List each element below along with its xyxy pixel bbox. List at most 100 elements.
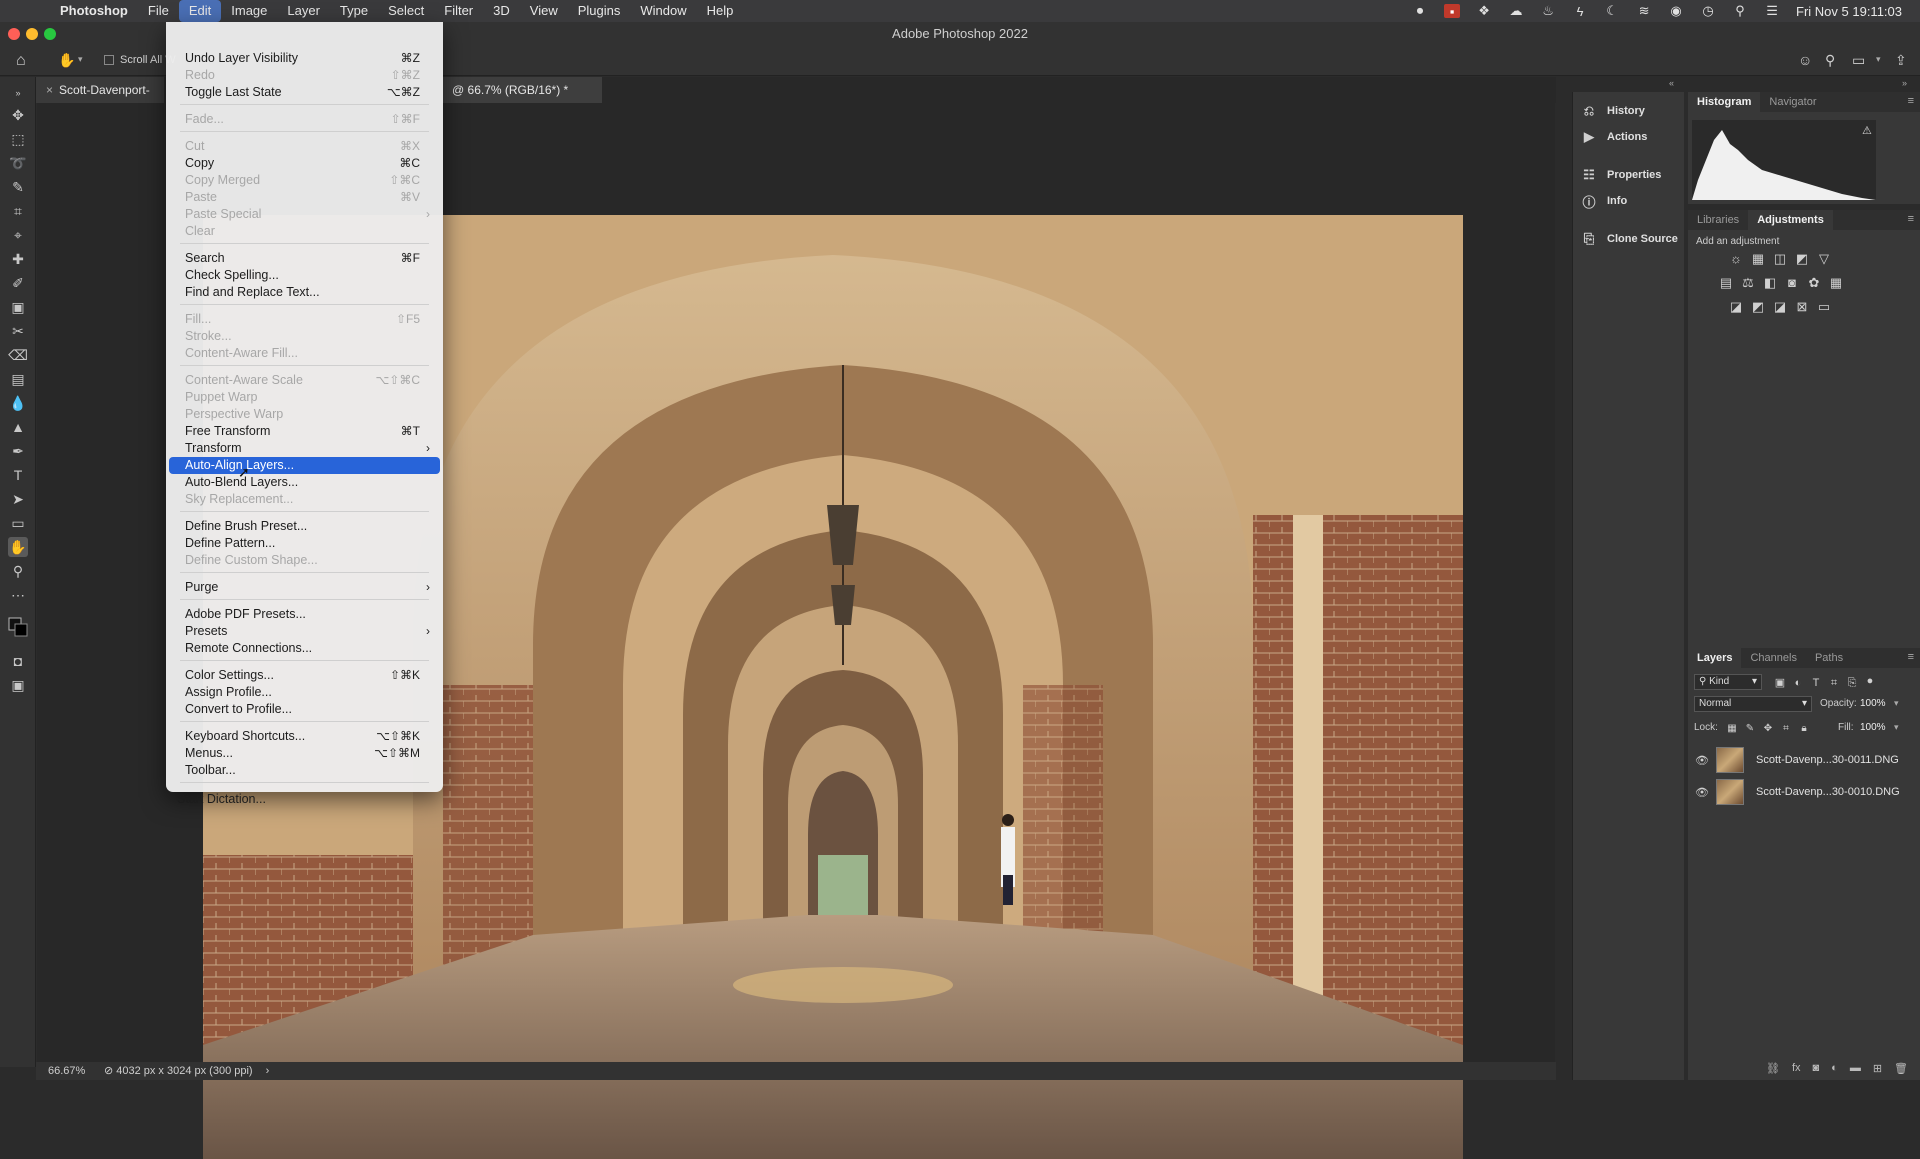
menu-item-perspective-warp[interactable]: Perspective Warp [169,406,440,423]
menu-edit[interactable]: Edit [179,0,221,22]
layer-filter-kind-select[interactable]: ⚲ Kind ▾ [1694,674,1762,690]
menu-item-color-settings[interactable]: Color Settings...⇧⌘K [169,667,440,684]
brightness-contrast-icon[interactable]: ☼ [1728,252,1744,266]
document-tab-1[interactable]: ×Scott-Davenport- [36,77,164,103]
add-mask-icon[interactable]: ◙ [1813,1062,1820,1074]
visibility-eye-icon[interactable]: 👁︎ [1688,754,1716,767]
curves-icon[interactable]: ◫ [1772,252,1788,266]
lock-transparent-icon[interactable]: ▦ [1724,722,1740,736]
blur-tool-icon[interactable]: 💧 [8,393,28,413]
menu-item-undo-layer-visibility[interactable]: Undo Layer Visibility⌘Z [169,50,440,67]
more-tools-icon[interactable]: ⋯ [8,585,28,605]
exposure-icon[interactable]: ◩ [1794,252,1810,266]
menu-item-paste-special[interactable]: Paste Special› [169,206,440,223]
menu-item-auto-align-layers[interactable]: Auto-Align Layers... [169,457,440,474]
menu-view[interactable]: View [520,0,568,22]
menu-item-convert-to-profile[interactable]: Convert to Profile... [169,701,440,718]
tab-navigator[interactable]: Navigator [1760,92,1825,112]
photo-filter-icon[interactable]: ◙ [1784,276,1800,290]
lasso-tool-icon[interactable]: ➰ [8,153,28,173]
menu-item-puppet-warp[interactable]: Puppet Warp [169,389,440,406]
menu-3d[interactable]: 3D [483,0,520,22]
hand-tool-icon[interactable]: ✋ [8,537,28,557]
filter-toggle-icon[interactable]: ● [1862,674,1878,688]
workspace-icon[interactable]: ▭ [1852,52,1865,69]
menu-item-find-and-replace-text[interactable]: Find and Replace Text... [169,284,440,301]
crop-tool-icon[interactable]: ⌗ [8,201,28,221]
wifi-off-icon[interactable]: ≋ [1636,4,1652,18]
menu-item-purge[interactable]: Purge› [169,579,440,596]
tab-paths[interactable]: Paths [1806,648,1852,668]
tab-histogram[interactable]: Histogram [1688,92,1760,112]
menu-item-auto-blend-layers[interactable]: Auto-Blend Layers... [169,474,440,491]
gradient-tool-icon[interactable]: ▤ [8,369,28,389]
menu-select[interactable]: Select [378,0,434,22]
menu-file[interactable]: File [138,0,179,22]
dock-clone-source[interactable]: ⎘Clone Source [1581,228,1678,250]
filter-shape-icon[interactable]: ⌗ [1826,676,1842,690]
menu-item-copy[interactable]: Copy⌘C [169,155,440,172]
link-layers-icon[interactable]: ⛓ [1766,1062,1780,1075]
menu-item-toolbar[interactable]: Toolbar... [169,762,440,779]
dock-actions[interactable]: ▶Actions [1581,126,1647,148]
tab-adjustments[interactable]: Adjustments [1748,210,1833,230]
layer-row[interactable]: 👁︎ Scott-Davenp...30-0010.DNG [1688,776,1920,808]
eyedropper-tool-icon[interactable]: ⌖ [8,225,28,245]
tab-libraries[interactable]: Libraries [1688,210,1748,230]
histogram-warning-icon[interactable]: ⚠ [1862,124,1872,137]
spotlight-search-icon[interactable]: ⚲ [1732,4,1748,18]
hand-tool-preset-icon[interactable]: ✋ [58,52,75,69]
menu-item-transform[interactable]: Transform› [169,440,440,457]
menu-app-photoshop[interactable]: Photoshop [50,0,138,22]
menu-item-start-dictation[interactable]: Start Dictation... [169,791,440,808]
menu-item-presets[interactable]: Presets› [169,623,440,640]
menu-item-remote-connections[interactable]: Remote Connections... [169,640,440,657]
layer-row[interactable]: 👁︎ Scott-Davenp...30-0011.DNG [1688,744,1920,776]
document-tab-2[interactable]: @ 66.7% (RGB/16*) * [442,77,602,103]
bolt-icon[interactable]: ϟ [1572,4,1588,18]
panel-menu-icon[interactable]: ≡ [1908,651,1914,663]
lock-position-icon[interactable]: ✥ [1760,722,1776,736]
panel-menu-icon[interactable]: ≡ [1908,95,1914,107]
quick-mask-icon[interactable]: ◘ [8,651,28,671]
cloud-docs-icon[interactable]: ☺ [1798,52,1812,68]
layer-style-fx-icon[interactable]: fx [1792,1062,1801,1074]
new-layer-icon[interactable]: ⊞ [1873,1062,1882,1075]
lock-pixels-icon[interactable]: ✎ [1742,722,1758,736]
invert-icon[interactable]: ◪ [1728,300,1744,314]
tab-layers[interactable]: Layers [1688,648,1741,668]
filter-smart-object-icon[interactable]: ⎘ [1844,676,1860,690]
dodge-tool-icon[interactable]: ▲ [8,417,28,437]
menu-item-cut[interactable]: Cut⌘X [169,138,440,155]
menu-item-fill[interactable]: Fill...⇧F5 [169,311,440,328]
menu-item-fade[interactable]: Fade...⇧⌘F [169,111,440,128]
selective-color-icon[interactable]: ⊠ [1794,300,1810,314]
color-balance-icon[interactable]: ⚖ [1740,276,1756,290]
dock-info[interactable]: ⓘInfo [1581,190,1627,212]
filter-adjustment-icon[interactable]: ◐ [1790,676,1806,690]
dock-collapse-icon[interactable]: « [1669,78,1674,88]
time-machine-icon[interactable]: ◷ [1700,4,1716,18]
layer-name[interactable]: Scott-Davenp...30-0011.DNG [1756,754,1899,766]
gradient-map-icon[interactable]: ▭ [1816,300,1832,314]
filter-type-icon[interactable]: T [1808,676,1824,690]
menu-plugins[interactable]: Plugins [568,0,631,22]
clock[interactable]: Fri Nov 5 19:11:03 [1796,4,1902,19]
menu-item-clear[interactable]: Clear [169,223,440,240]
control-center-icon[interactable]: ☰ [1764,4,1780,18]
lock-artboard-icon[interactable]: ⌗ [1778,722,1794,736]
channel-mixer-icon[interactable]: ✿ [1806,276,1822,290]
menu-help[interactable]: Help [697,0,744,22]
levels-icon[interactable]: ▦ [1750,252,1766,266]
scroll-all-windows-checkbox[interactable] [104,55,114,65]
color-lookup-icon[interactable]: ▦ [1828,276,1844,290]
screen-record-icon[interactable]: ⏺ [1412,4,1428,18]
eraser-tool-icon[interactable]: ⌫ [8,345,28,365]
search-icon[interactable]: ⚲ [1825,52,1835,69]
visibility-eye-icon[interactable]: 👁︎ [1688,786,1716,799]
menu-item-keyboard-shortcuts[interactable]: Keyboard Shortcuts...⌥⇧⌘K [169,728,440,745]
shape-tool-icon[interactable]: ▭ [8,513,28,533]
menu-item-stroke[interactable]: Stroke... [169,328,440,345]
menu-window[interactable]: Window [630,0,696,22]
quick-select-tool-icon[interactable]: ✎ [8,177,28,197]
